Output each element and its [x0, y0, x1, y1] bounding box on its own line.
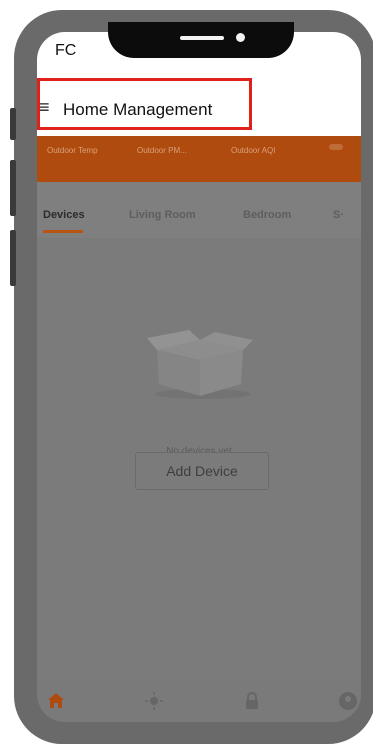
- weather-icon: [329, 144, 343, 150]
- bottom-nav: [37, 682, 361, 722]
- empty-box-icon: [147, 330, 253, 399]
- lock-icon[interactable]: [241, 690, 263, 712]
- status-text: FC: [55, 42, 77, 59]
- active-tab-indicator: [43, 230, 83, 233]
- side-button: [10, 160, 16, 216]
- outdoor-temp-label: Outdoor Temp: [47, 146, 98, 155]
- sun-icon[interactable]: [143, 690, 165, 712]
- menu-icon[interactable]: ≡: [39, 98, 50, 116]
- side-button: [10, 108, 16, 140]
- app-screen: FC ≡ Home Management Outdoor Temp Outdoo…: [37, 32, 361, 722]
- phone-notch: [108, 22, 294, 58]
- outdoor-info-strip: Outdoor Temp Outdoor PM... Outdoor AQI: [37, 136, 361, 182]
- add-device-button[interactable]: Add Device: [135, 452, 269, 490]
- tab-devices[interactable]: Devices: [43, 209, 85, 221]
- app-header: ≡ Home Management: [37, 78, 361, 136]
- outdoor-aqi-label: Outdoor AQI: [231, 146, 276, 155]
- home-management-title[interactable]: Home Management: [63, 100, 212, 120]
- tab-bedroom[interactable]: Bedroom: [243, 209, 291, 221]
- profile-icon[interactable]: [337, 690, 359, 712]
- front-camera: [236, 33, 245, 42]
- home-icon[interactable]: [45, 690, 67, 712]
- side-button: [10, 230, 16, 286]
- speaker-grille: [180, 36, 224, 40]
- tab-more[interactable]: S·: [333, 209, 344, 221]
- tab-living-room[interactable]: Living Room: [129, 209, 196, 221]
- room-tabs: Devices Living Room Bedroom S·: [37, 182, 361, 238]
- outdoor-pm-label: Outdoor PM...: [137, 146, 187, 155]
